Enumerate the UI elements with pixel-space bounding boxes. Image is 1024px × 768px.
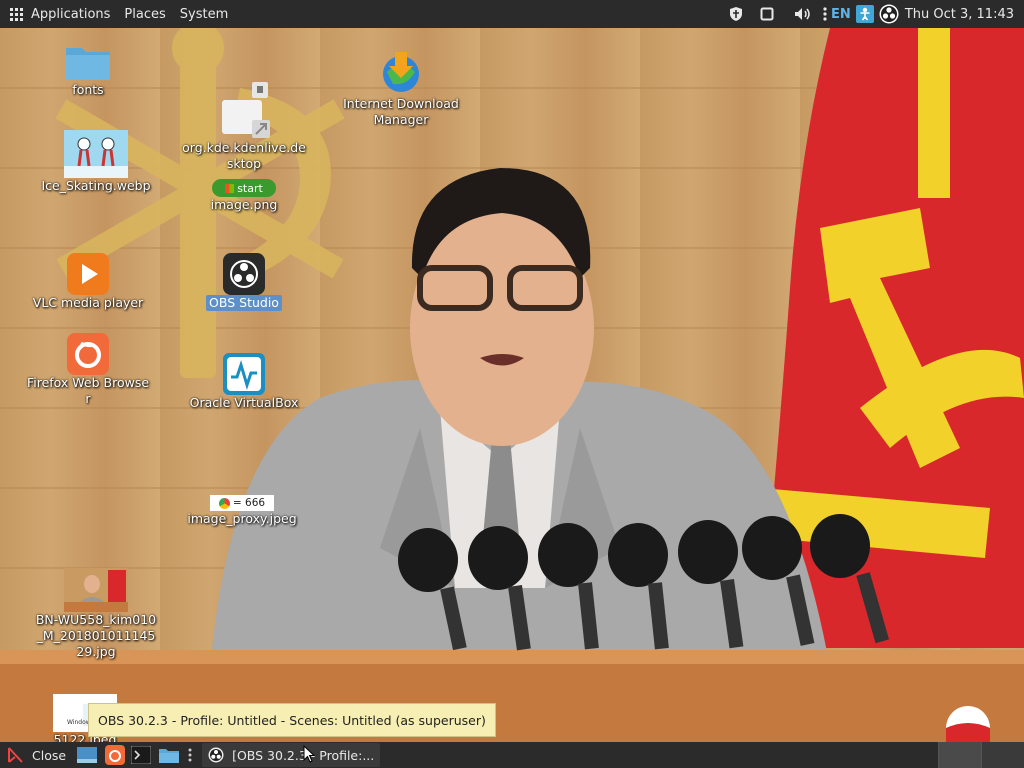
desktop-icon-vlc[interactable]: VLC media player: [23, 253, 153, 311]
thumbnail-text: = 666: [232, 497, 266, 509]
desktop-icon-label: image_proxy.jpeg: [187, 511, 297, 526]
desktop-icon-firefox[interactable]: Firefox Web Browser: [23, 333, 153, 407]
image-file-icon: [64, 130, 128, 178]
obs-icon: [223, 253, 265, 295]
workspace-1[interactable]: [938, 742, 981, 768]
applications-menu[interactable]: Applications: [0, 0, 117, 28]
taskbar-tooltip: OBS 30.2.3 - Profile: Untitled - Scenes:…: [88, 703, 496, 737]
keyboard-layout-indicator[interactable]: EN: [829, 0, 853, 28]
firefox-icon: [105, 745, 126, 765]
firefox-icon: [67, 333, 109, 375]
desktop-file-icon: [222, 82, 270, 138]
close-button[interactable]: Close: [0, 742, 72, 768]
app-grid-icon: [10, 7, 23, 21]
desktop-icon-label: Oracle VirtualBox: [189, 395, 299, 410]
mouse-pointer-icon: [303, 745, 315, 763]
obs-tray-icon[interactable]: [877, 0, 901, 28]
desktop-icon-image-png[interactable]: start image.png: [179, 179, 309, 213]
desktop-icon-label: fonts: [72, 82, 104, 97]
windows-logo-icon: [225, 183, 235, 193]
desktop-icon-label: image.png: [210, 197, 278, 212]
desktop-icon-obs[interactable]: OBS Studio: [179, 253, 309, 311]
image-file-icon: [64, 568, 128, 612]
volume-icon[interactable]: [785, 0, 821, 28]
terminal-launcher[interactable]: [128, 742, 154, 768]
desktop-icon-kdenlive[interactable]: org.kde.kdenlive.desktop: [179, 80, 309, 172]
drag-handle-icon: [188, 748, 192, 762]
places-menu[interactable]: Places: [117, 0, 172, 28]
thumbnail-text: start: [237, 181, 263, 195]
bottom-panel: Close [OBS 30.2.3 - Profile:...: [0, 742, 1024, 768]
desktop-icon-label: BN-WU558_kim010_M_20180101114529.jpg: [35, 612, 157, 659]
files-launcher[interactable]: [154, 742, 184, 768]
idm-icon: [383, 52, 419, 92]
taskbar-button-obs[interactable]: [OBS 30.2.3 - Profile:...: [202, 743, 381, 767]
accessibility-icon[interactable]: [853, 0, 877, 28]
folder-icon: [159, 749, 180, 763]
desktop-icon-virtualbox[interactable]: Oracle VirtualBox: [179, 353, 309, 411]
desktop-icon-ice-skating[interactable]: Ice_Skating.webp: [31, 130, 161, 194]
top-panel: Applications Places System EN Thu Oct 3,…: [0, 0, 1024, 28]
desktop-icon-fonts[interactable]: fonts: [23, 42, 153, 98]
desktop-icon-bn-wu558[interactable]: BN-WU558_kim010_M_20180101114529.jpg: [31, 568, 161, 660]
shield-icon[interactable]: [723, 0, 749, 28]
start-button-thumbnail: start: [212, 179, 276, 197]
close-icon: [8, 747, 23, 763]
workspace-switcher: [938, 742, 1024, 768]
folder-icon: [66, 48, 110, 80]
vlc-icon: [67, 253, 109, 295]
desktop-icon-idm[interactable]: Internet Download Manager: [336, 50, 466, 128]
desktop-icon-label: Internet Download Manager: [343, 96, 459, 127]
window-icon[interactable]: [749, 0, 785, 28]
system-menu[interactable]: System: [173, 0, 235, 28]
obs-icon: [208, 747, 224, 763]
applications-menu-label: Applications: [31, 6, 111, 22]
chrome-logo-icon: [218, 497, 230, 509]
show-desktop-icon: [77, 747, 98, 763]
clock[interactable]: Thu Oct 3, 11:43: [901, 7, 1024, 22]
workspace-2[interactable]: [981, 742, 1024, 768]
desktop-icon-label: org.kde.kdenlive.desktop: [182, 140, 306, 171]
system-tray: EN Thu Oct 3, 11:43: [723, 0, 1024, 28]
desktop-icon-label: Ice_Skating.webp: [41, 178, 151, 193]
virtualbox-icon: [223, 353, 265, 395]
desktop-icon-label: VLC media player: [32, 295, 144, 310]
desktop-icon-label: Firefox Web Browser: [26, 375, 150, 406]
panel-separator-handle[interactable]: [184, 742, 196, 768]
kebab-icon[interactable]: [821, 0, 829, 28]
terminal-icon: [131, 746, 152, 764]
desktop-icon-image-proxy[interactable]: = 666 image_proxy.jpeg: [177, 495, 307, 527]
image-proxy-thumbnail: = 666: [210, 495, 274, 511]
desktop-icon-label: OBS Studio: [206, 295, 282, 311]
show-desktop-launcher[interactable]: [72, 742, 102, 768]
firefox-launcher[interactable]: [102, 742, 128, 768]
close-label: Close: [32, 747, 67, 763]
